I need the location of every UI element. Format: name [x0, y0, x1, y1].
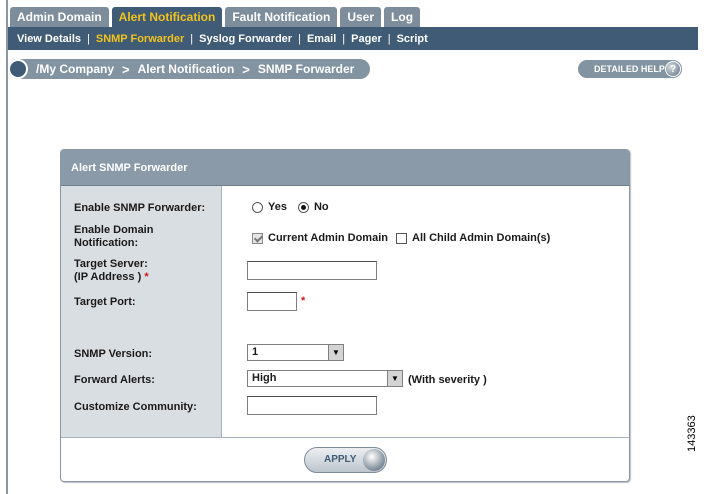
subnav-script[interactable]: Script	[397, 33, 428, 45]
enable-snmp-forwarder-label: Enable SNMP Forwarder:	[74, 202, 206, 214]
enable-radio-group: Yes No	[252, 201, 329, 213]
child-admin-domains-checkbox[interactable]	[396, 232, 407, 244]
enable-no-radio[interactable]	[297, 201, 309, 213]
target-port-required-marker: *	[301, 295, 306, 307]
required-marker: *	[144, 271, 149, 283]
target-port-label: Target Port:	[74, 296, 136, 308]
breadcrumb-chevron-icon: >	[122, 61, 130, 77]
with-severity-label: (With severity )	[408, 374, 487, 386]
domain-checkbox-group: Current Admin Domain All Child Admin Dom…	[252, 232, 550, 244]
subnav-pager[interactable]: Pager	[351, 33, 382, 45]
breadcrumb-dot-icon	[8, 59, 28, 79]
tab-log[interactable]: Log	[384, 7, 421, 27]
snmp-version-select[interactable]: 1 ▼	[247, 344, 344, 361]
subnav-separator: |	[298, 32, 301, 45]
top-tab-bar: Admin Domain Alert Notification Fault No…	[10, 7, 423, 27]
domain-notification-label-line1: Enable Domain	[74, 224, 154, 236]
breadcrumb-chevron-icon: >	[242, 61, 250, 77]
target-port-input[interactable]	[247, 292, 297, 311]
forward-alerts-select[interactable]: High ▼	[247, 370, 403, 387]
panel-title: Alert SNMP Forwarder	[61, 150, 629, 186]
subnav-email[interactable]: Email	[307, 33, 336, 45]
left-border-rule	[6, 0, 8, 494]
forward-alerts-value: High	[252, 372, 277, 384]
current-admin-domain-checkbox[interactable]	[252, 232, 263, 244]
target-server-label: Target Server: (IP Address ) *	[74, 258, 149, 284]
subnav-snmp-forwarder[interactable]: SNMP Forwarder	[96, 33, 184, 45]
sub-navigation-bar: View Details | SNMP Forwarder | Syslog F…	[8, 27, 698, 50]
current-admin-domain-label: Current Admin Domain	[268, 232, 388, 244]
domain-notification-label: Enable Domain Notification:	[74, 224, 153, 250]
customize-community-label: Customize Community:	[74, 401, 197, 413]
target-server-input[interactable]	[247, 261, 377, 280]
detailed-help-label: DETAILED HELP	[594, 64, 665, 74]
enable-no-label: No	[313, 201, 329, 213]
forward-alerts-label: Forward Alerts:	[74, 374, 155, 386]
child-admin-domains-label: All Child Admin Domain(s)	[412, 232, 551, 244]
chevron-down-icon: ▼	[328, 345, 343, 360]
domain-notification-label-line2: Notification:	[74, 237, 139, 249]
subnav-separator: |	[190, 32, 194, 45]
snmp-version-label: SNMP Version:	[74, 348, 153, 360]
subnav-view-details[interactable]: View Details	[17, 33, 81, 45]
target-server-label-line1: Target Server:	[74, 258, 148, 270]
breadcrumb: /My Company > Alert Notification > SNMP …	[8, 59, 370, 79]
customize-community-input[interactable]	[247, 396, 377, 415]
snmp-version-value: 1	[252, 346, 259, 358]
panel-body: Enable SNMP Forwarder: Yes No Enable Dom…	[61, 186, 629, 437]
apply-button-label: APPLY	[324, 454, 357, 465]
enable-yes-label: Yes	[268, 201, 287, 213]
breadcrumb-root[interactable]: /My Company	[36, 62, 114, 76]
apply-button[interactable]: APPLY	[304, 447, 387, 473]
tab-user[interactable]: User	[340, 7, 382, 27]
target-server-label-line2: (IP Address ) *	[74, 271, 149, 283]
subnav-separator: |	[387, 32, 391, 45]
subnav-syslog-forwarder[interactable]: Syslog Forwarder	[199, 33, 292, 45]
panel-footer: APPLY	[61, 437, 629, 482]
snmp-forwarder-panel: Alert SNMP Forwarder Enable SNMP Forward…	[60, 149, 630, 482]
help-question-icon: ?	[665, 61, 681, 77]
apply-knob-icon	[363, 449, 385, 471]
tab-fault-notification[interactable]: Fault Notification	[225, 7, 338, 27]
figure-id: 143363	[686, 415, 698, 452]
breadcrumb-current: SNMP Forwarder	[257, 62, 355, 76]
subnav-separator: |	[342, 32, 346, 45]
tab-admin-domain[interactable]: Admin Domain	[10, 7, 109, 27]
breadcrumb-alert-notification[interactable]: Alert Notification	[138, 62, 235, 76]
chevron-down-icon: ▼	[387, 371, 402, 386]
enable-yes-radio[interactable]	[252, 201, 263, 213]
detailed-help-button[interactable]: DETAILED HELP ?	[578, 60, 682, 78]
subnav-separator: |	[87, 32, 90, 45]
tab-alert-notification[interactable]: Alert Notification	[111, 7, 223, 27]
